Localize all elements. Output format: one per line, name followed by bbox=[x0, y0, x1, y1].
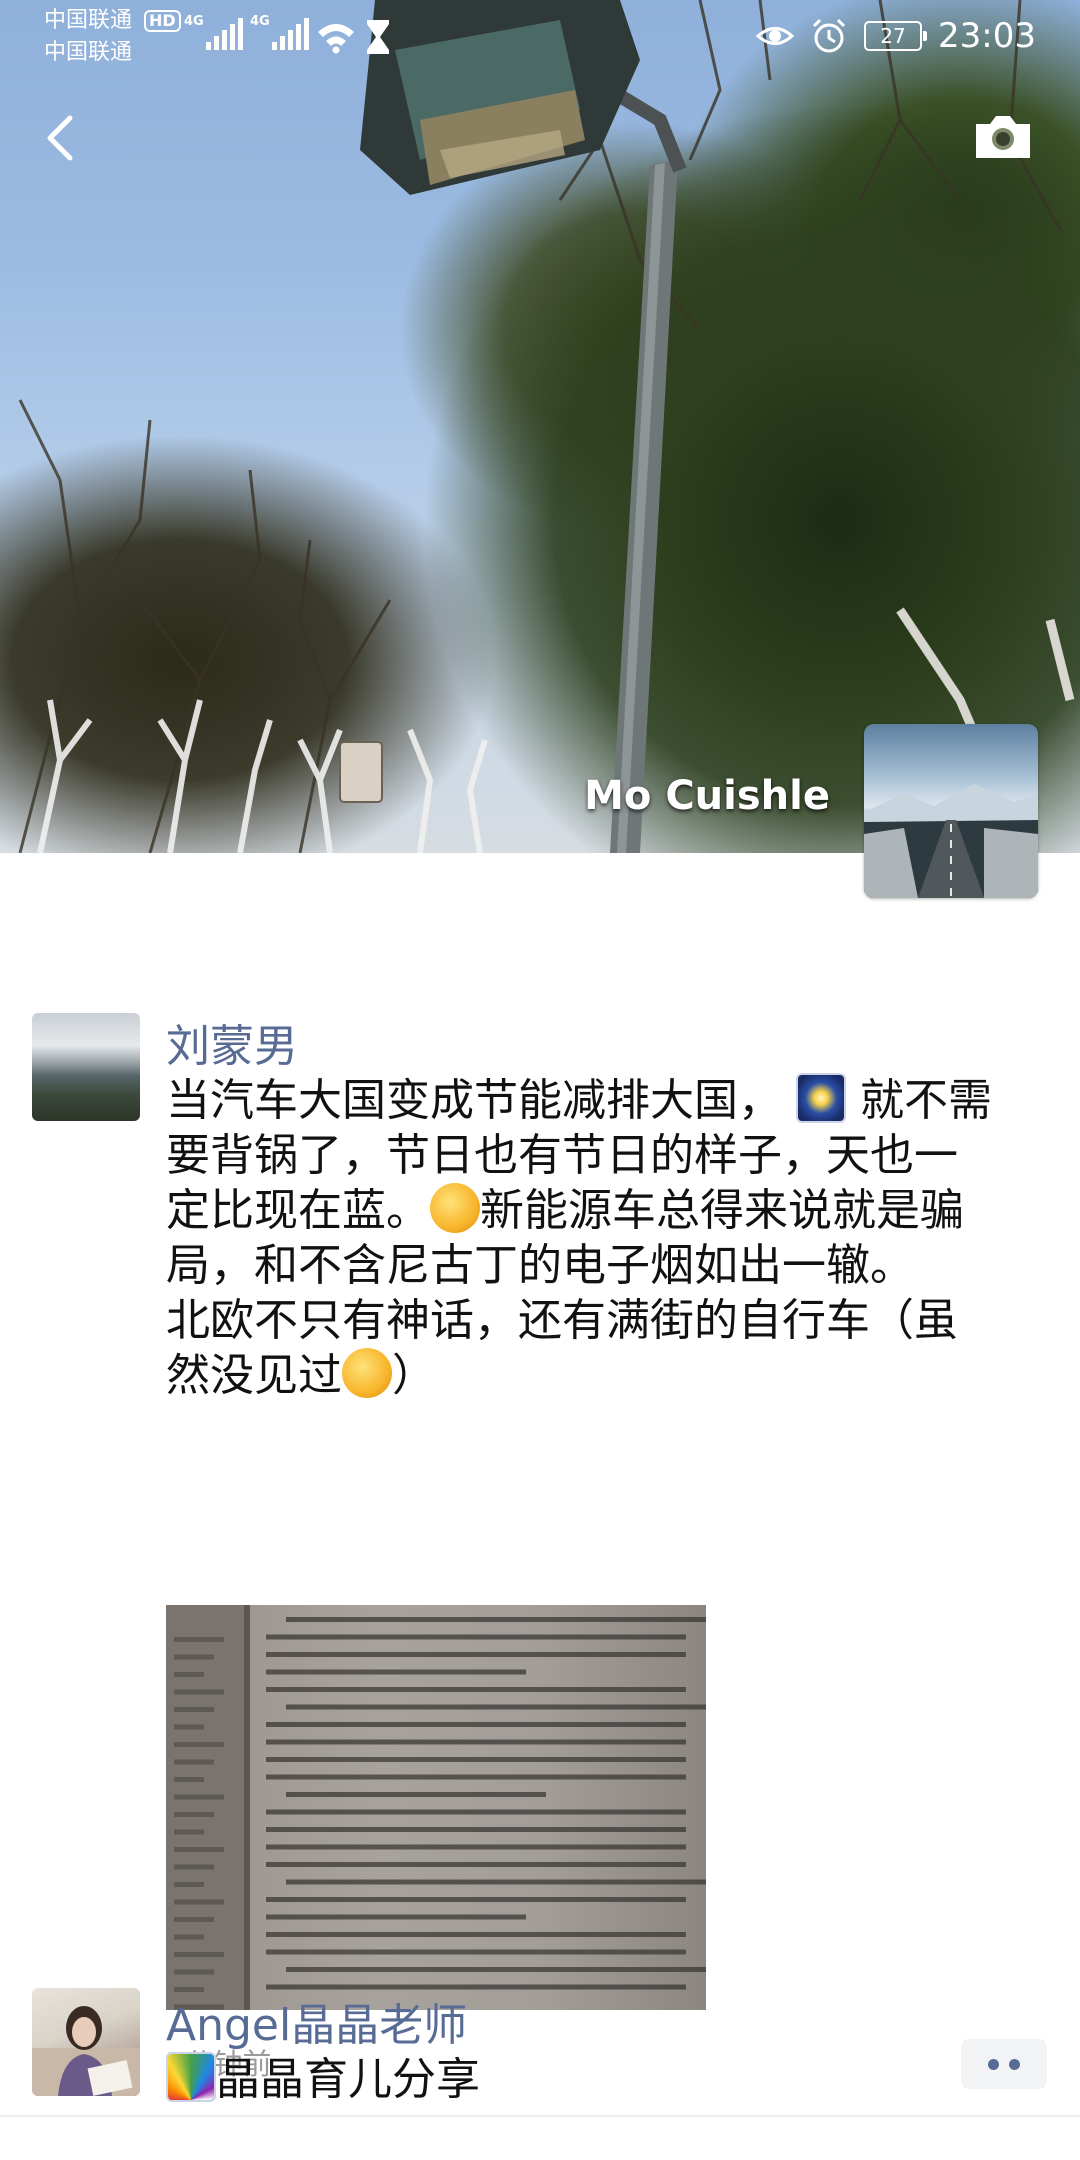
sparkle-emoji bbox=[796, 1073, 846, 1123]
back-arrow-icon[interactable] bbox=[28, 104, 88, 172]
post-avatar[interactable] bbox=[32, 1013, 140, 1121]
signal-icon bbox=[206, 16, 243, 50]
avatar-photo bbox=[32, 2006, 140, 2096]
post-text-line: ） bbox=[392, 1350, 436, 1401]
post-text-line: 晶晶育儿分享 bbox=[216, 2054, 480, 2105]
profile-user-name[interactable]: Mo Cuishle bbox=[584, 773, 830, 819]
clock-time: 23:03 bbox=[938, 16, 1036, 56]
post-text-line: 然没见过 bbox=[166, 1350, 342, 1401]
post-text-line: 定比现在蓝。 bbox=[166, 1185, 430, 1236]
book-page-photo bbox=[166, 1605, 706, 2010]
post-image[interactable] bbox=[166, 1605, 706, 2010]
road-photo bbox=[864, 784, 1038, 898]
eye-icon bbox=[756, 27, 795, 45]
network-label-1: 4G bbox=[184, 14, 204, 29]
battery-icon: 27 bbox=[864, 21, 928, 51]
camera-icon[interactable] bbox=[972, 110, 1034, 162]
post-author[interactable]: Angel晶晶老师 bbox=[166, 1998, 467, 2054]
hd-badge: HD bbox=[144, 10, 181, 32]
post-text-line: 新能源车总得来说就是骗 bbox=[480, 1185, 964, 1236]
carrier-label-2: 中国联通 bbox=[44, 40, 133, 65]
laughing-crying-emoji bbox=[342, 1348, 392, 1398]
post-divider bbox=[0, 2115, 1080, 2117]
kiss-emoji bbox=[430, 1183, 480, 1233]
post-text-line: 就不需 bbox=[860, 1075, 992, 1126]
post-text-line: 北欧不只有神话，还有满街的自行车（虽 bbox=[166, 1295, 958, 1346]
wifi-icon bbox=[318, 24, 354, 54]
hourglass-icon bbox=[367, 20, 389, 54]
profile-avatar[interactable] bbox=[864, 724, 1038, 898]
status-bar: 中国联通 中国联通 HD 4G 4G 27 23:03 bbox=[0, 0, 1080, 72]
post-avatar[interactable] bbox=[32, 1988, 140, 2096]
post-text-line: 局，和不含尼古丁的电子烟如出一辙。 bbox=[166, 1240, 914, 1291]
post-author[interactable]: 刘蒙男 bbox=[166, 1019, 298, 1075]
alarm-icon bbox=[812, 18, 846, 53]
carrier-label-1: 中国联通 bbox=[44, 8, 133, 33]
post-text: 当汽车大国变成节能减排大国， 就不需 要背锅了，节日也有节日的样子，天也一 定比… bbox=[166, 1073, 1046, 1403]
post-text-line: 当汽车大国变成节能减排大国， bbox=[166, 1075, 782, 1126]
post-text: 晶晶育儿分享 bbox=[166, 2052, 1046, 2107]
network-label-2: 4G bbox=[250, 14, 270, 29]
moments-feed[interactable]: 刘蒙男 当汽车大国变成节能减排大国， 就不需 要背锅了，节日也有节日的样子，天也… bbox=[0, 853, 1080, 2160]
signal-icon-2 bbox=[272, 16, 309, 50]
post-text-line: 要背锅了，节日也有节日的样子，天也一 bbox=[166, 1130, 958, 1181]
rainbow-emoji bbox=[166, 2052, 216, 2102]
